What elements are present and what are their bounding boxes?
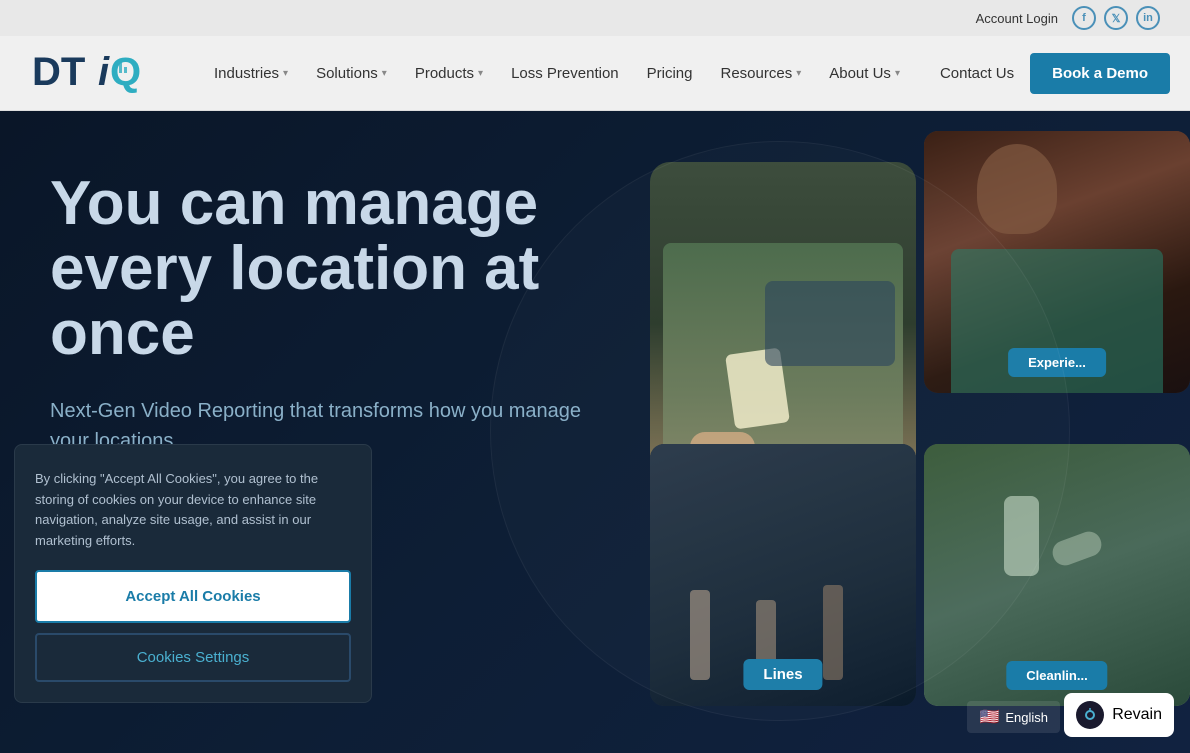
language-label: English xyxy=(1005,710,1048,725)
nav-about-us[interactable]: About Us ▾ xyxy=(815,57,914,90)
nav-links: Industries ▾ Solutions ▾ Products ▾ Loss… xyxy=(200,57,928,90)
facebook-icon[interactable]: f xyxy=(1072,6,1096,30)
flag-icon: 🇺🇸 xyxy=(979,707,999,727)
cookies-settings-button[interactable]: Cookies Settings xyxy=(35,633,351,682)
nav-industries[interactable]: Industries ▾ xyxy=(200,57,302,90)
svg-text:DT: DT xyxy=(32,50,85,94)
social-icons: f 𝕏 in xyxy=(1072,6,1160,30)
nav-solutions[interactable]: Solutions ▾ xyxy=(302,57,401,90)
cleanliness-badge: Cleanlin... xyxy=(1006,661,1107,690)
svg-text:i: i xyxy=(98,50,110,94)
cookie-text: By clicking "Accept All Cookies", you ag… xyxy=(35,469,351,552)
revain-icon xyxy=(1076,701,1104,729)
book-demo-button[interactable]: Book a Demo xyxy=(1030,53,1170,94)
contact-us-link[interactable]: Contact Us xyxy=(928,57,1026,90)
linkedin-icon[interactable]: in xyxy=(1136,6,1160,30)
resources-chevron-icon: ▾ xyxy=(796,68,801,79)
top-bar: Account Login f 𝕏 in xyxy=(0,0,1190,36)
hero-title: You can manage every location at once xyxy=(50,171,620,366)
cookie-banner: By clicking "Accept All Cookies", you ag… xyxy=(14,444,372,703)
nav-loss-prevention[interactable]: Loss Prevention xyxy=(497,57,633,90)
revain-badge[interactable]: Revain xyxy=(1064,693,1174,737)
nav-pricing[interactable]: Pricing xyxy=(633,57,707,90)
nav-resources[interactable]: Resources ▾ xyxy=(707,57,816,90)
logo-svg: DT i Q xyxy=(30,43,160,98)
accept-cookies-button[interactable]: Accept All Cookies xyxy=(35,570,351,623)
twitter-icon[interactable]: 𝕏 xyxy=(1104,6,1128,30)
products-chevron-icon: ▾ xyxy=(478,68,483,79)
revain-label: Revain xyxy=(1112,706,1162,724)
solutions-chevron-icon: ▾ xyxy=(382,68,387,79)
navbar: DT i Q Industries ▾ Solutions ▾ Products… xyxy=(0,36,1190,111)
nav-products[interactable]: Products ▾ xyxy=(401,57,497,90)
nav-right: Contact Us Book a Demo xyxy=(928,53,1170,94)
industries-chevron-icon: ▾ xyxy=(283,68,288,79)
language-selector[interactable]: 🇺🇸 English xyxy=(967,701,1060,733)
logo[interactable]: DT i Q xyxy=(30,43,160,103)
hero-section: You can manage every location at once Ne… xyxy=(0,111,1190,753)
account-login-link[interactable]: Account Login xyxy=(976,11,1058,26)
about-chevron-icon: ▾ xyxy=(895,68,900,79)
